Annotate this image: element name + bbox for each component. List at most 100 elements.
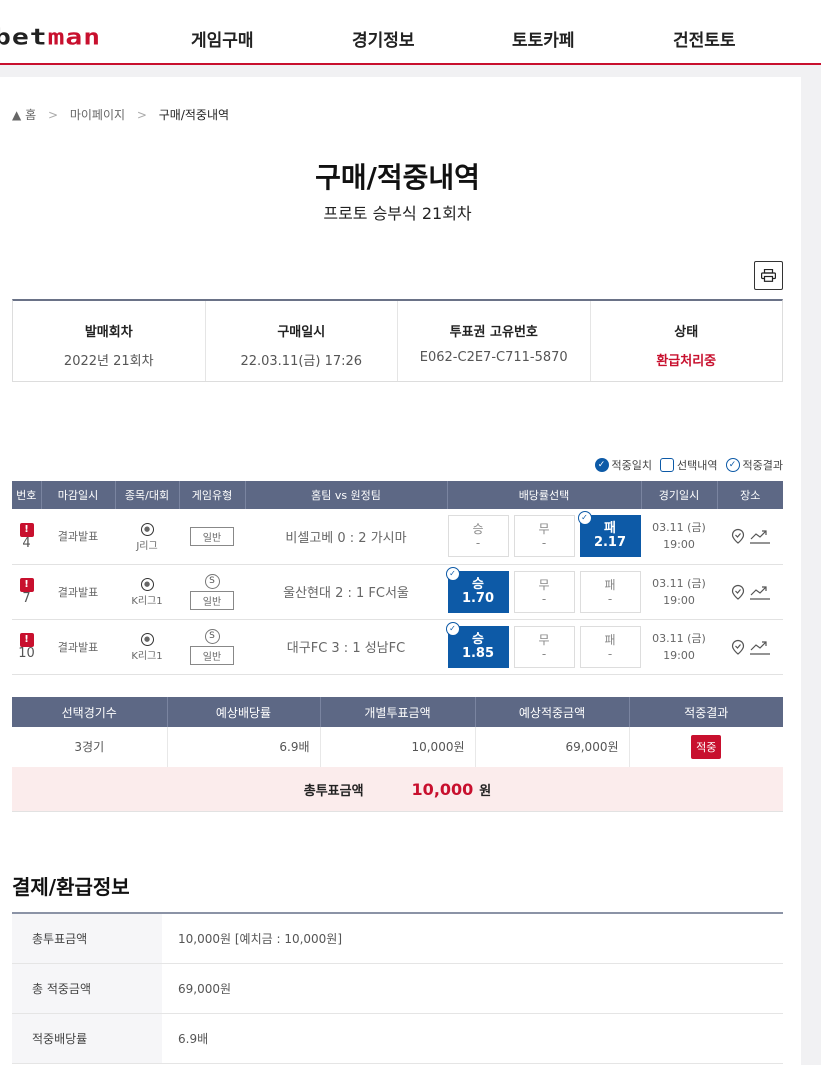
match-teams: 울산현대 2 : 1 FC서울 xyxy=(245,564,447,620)
legend-hit-match-label: 적중일치 xyxy=(611,459,653,472)
row-number: ! 7 xyxy=(12,564,41,620)
col-header-result: 적중결과 xyxy=(629,697,783,727)
soccer-ball-icon: ● xyxy=(140,633,154,646)
match-number: 7 xyxy=(22,591,31,606)
col-header-stake: 개별투표금액 xyxy=(320,697,476,727)
breadcrumb-separator: > xyxy=(47,108,58,122)
odds-label: 무 xyxy=(538,522,550,537)
summary-header: 선택경기수 예상배당률 개별투표금액 예상적중금액 적중결과 xyxy=(12,697,783,727)
odds-value: - xyxy=(475,536,481,551)
location-pin-icon[interactable] xyxy=(730,584,746,600)
info-round-value: 2022년 21회차 xyxy=(63,354,154,369)
info-status: 상태 환급처리중 xyxy=(591,301,783,381)
purchase-info-box: 발매회차 2022년 21회차 구매일시 22.03.11(금) 17:26 투… xyxy=(12,299,783,382)
total-stake-amount: 10,000 원 xyxy=(412,780,492,799)
odds-win-selected: ✓ 승 1.70 xyxy=(445,566,509,613)
table-row: ! 4 결과발표 ● J리그 일반 비셀고베 0 : 2 가시마 승- 무- ✓ 패 2… xyxy=(12,509,783,565)
close-status: 결과발표 xyxy=(41,564,115,620)
check-outline-icon: ✓ xyxy=(445,621,460,636)
payment-row: 총투표금액 10,000원 [예치금 : 10,000원] xyxy=(12,914,783,964)
col-header-expected-win: 예상적중금액 xyxy=(475,697,630,727)
check-filled-icon: ✓ xyxy=(594,458,609,472)
alert-icon: ! xyxy=(19,633,34,647)
league-cell: ● K리그1 xyxy=(115,564,179,620)
odds-label: 승 xyxy=(472,576,484,592)
total-stake-unit: 원 xyxy=(479,783,492,799)
odds-cell: ✓ 승 1.85 무- 패- xyxy=(445,619,641,675)
payment-key: 적중배당률 xyxy=(12,1014,162,1063)
logo-accent-text: man xyxy=(47,24,102,50)
nav-match-info[interactable]: 경기정보 xyxy=(352,26,415,51)
odds-cell: 승- 무- ✓ 패 2.17 xyxy=(447,509,641,565)
payment-key: 총투표금액 xyxy=(12,914,162,963)
check-outline-icon: ✓ xyxy=(577,511,592,526)
info-round: 발매회차 2022년 21회차 xyxy=(13,301,206,381)
breadcrumb-mypage[interactable]: 마이페이지 xyxy=(70,108,125,122)
match-time: 19:00 xyxy=(663,593,695,607)
legend-hit-match: ✓ 적중일치 xyxy=(594,457,653,473)
info-date-label: 구매일시 xyxy=(277,325,326,340)
col-header-selected-games: 선택경기수 xyxy=(12,697,168,727)
info-status-label: 상태 xyxy=(674,325,699,340)
total-stake-label: 총투표금액 xyxy=(303,783,364,799)
legend-selection: 선택내역 xyxy=(660,457,718,473)
nav-toto-cafe[interactable]: 토토카페 xyxy=(512,26,575,51)
soccer-ball-icon: ● xyxy=(140,578,154,591)
top-utility-strip xyxy=(0,0,821,12)
legend-hit-result: ✓ 적중결과 xyxy=(725,457,783,473)
league-name: K리그1 xyxy=(131,651,163,662)
alert-icon: ! xyxy=(19,522,34,537)
logo-text: bet xyxy=(0,24,48,50)
betman-logo[interactable]: betman xyxy=(0,24,101,50)
print-button[interactable] xyxy=(754,261,783,290)
match-time: 19:00 xyxy=(663,648,695,662)
payment-value: 10,000원 [예치금 : 10,000원] xyxy=(178,932,343,946)
col-header-type: 게임유형 xyxy=(179,481,246,509)
league-cell: ● K리그1 xyxy=(115,619,179,675)
stats-chart-icon[interactable] xyxy=(750,639,770,655)
legend-selection-label: 선택내역 xyxy=(677,459,718,472)
odds-draw: 무- xyxy=(513,515,575,558)
page-subtitle: 프로토 승부식 21회차 xyxy=(323,204,472,223)
summary-row: 3경기 6.9배 10,000원 69,000원 적중 xyxy=(12,727,783,768)
payment-row: 총 적중금액 69,000원 xyxy=(12,964,783,1014)
match-datetime: 03.11 (금) 19:00 xyxy=(641,619,717,675)
venue-cell xyxy=(717,564,783,620)
venue-cell xyxy=(717,619,783,675)
home-icon[interactable]: ▲ xyxy=(12,108,21,122)
odds-label: 패 xyxy=(604,632,616,647)
game-type-badge: 일반 xyxy=(189,526,235,546)
payment-value: 69,000원 xyxy=(178,982,232,996)
league-name: K리그1 xyxy=(131,596,163,607)
odds-label: 무 xyxy=(538,632,550,647)
info-round-label: 발매회차 xyxy=(84,325,133,340)
odds-win-selected: ✓ 승 1.85 xyxy=(445,621,509,668)
odds-value: - xyxy=(607,646,613,661)
col-header-close: 마감일시 xyxy=(41,481,116,509)
location-pin-icon[interactable] xyxy=(730,639,746,655)
nav-healthy-toto[interactable]: 건전토토 xyxy=(673,26,736,51)
legend-hit-result-label: 적중결과 xyxy=(742,459,783,472)
match-date: 03.11 (금) xyxy=(652,631,706,645)
info-date: 구매일시 22.03.11(금) 17:26 xyxy=(206,301,398,381)
odds-value: - xyxy=(541,591,547,606)
row-number: ! 4 xyxy=(12,509,41,565)
info-date-value: 22.03.11(금) 17:26 xyxy=(240,354,363,369)
odds-value: - xyxy=(607,591,613,606)
breadcrumb-current: 구매/적중내역 xyxy=(158,108,230,122)
odds-lose: 패- xyxy=(579,570,641,613)
match-date: 03.11 (금) xyxy=(652,576,706,590)
stats-chart-icon[interactable] xyxy=(750,584,770,600)
stats-chart-icon[interactable] xyxy=(750,528,770,544)
nav-game-purchase[interactable]: 게임구매 xyxy=(191,26,254,51)
col-header-number: 번호 xyxy=(12,481,42,509)
breadcrumb-home[interactable]: 홈 xyxy=(25,108,36,122)
match-table: 번호 마감일시 종목/대회 게임유형 홈팀 vs 원정팀 배당률선택 경기일시 … xyxy=(12,481,783,675)
right-gutter xyxy=(801,65,821,1065)
location-pin-icon[interactable] xyxy=(730,528,746,545)
odds-label: 승 xyxy=(472,522,484,537)
special-game-icon: S xyxy=(204,629,220,644)
odds-value: 1.70 xyxy=(461,590,495,606)
odds-label: 승 xyxy=(472,631,484,647)
soccer-ball-icon: ● xyxy=(140,522,154,536)
